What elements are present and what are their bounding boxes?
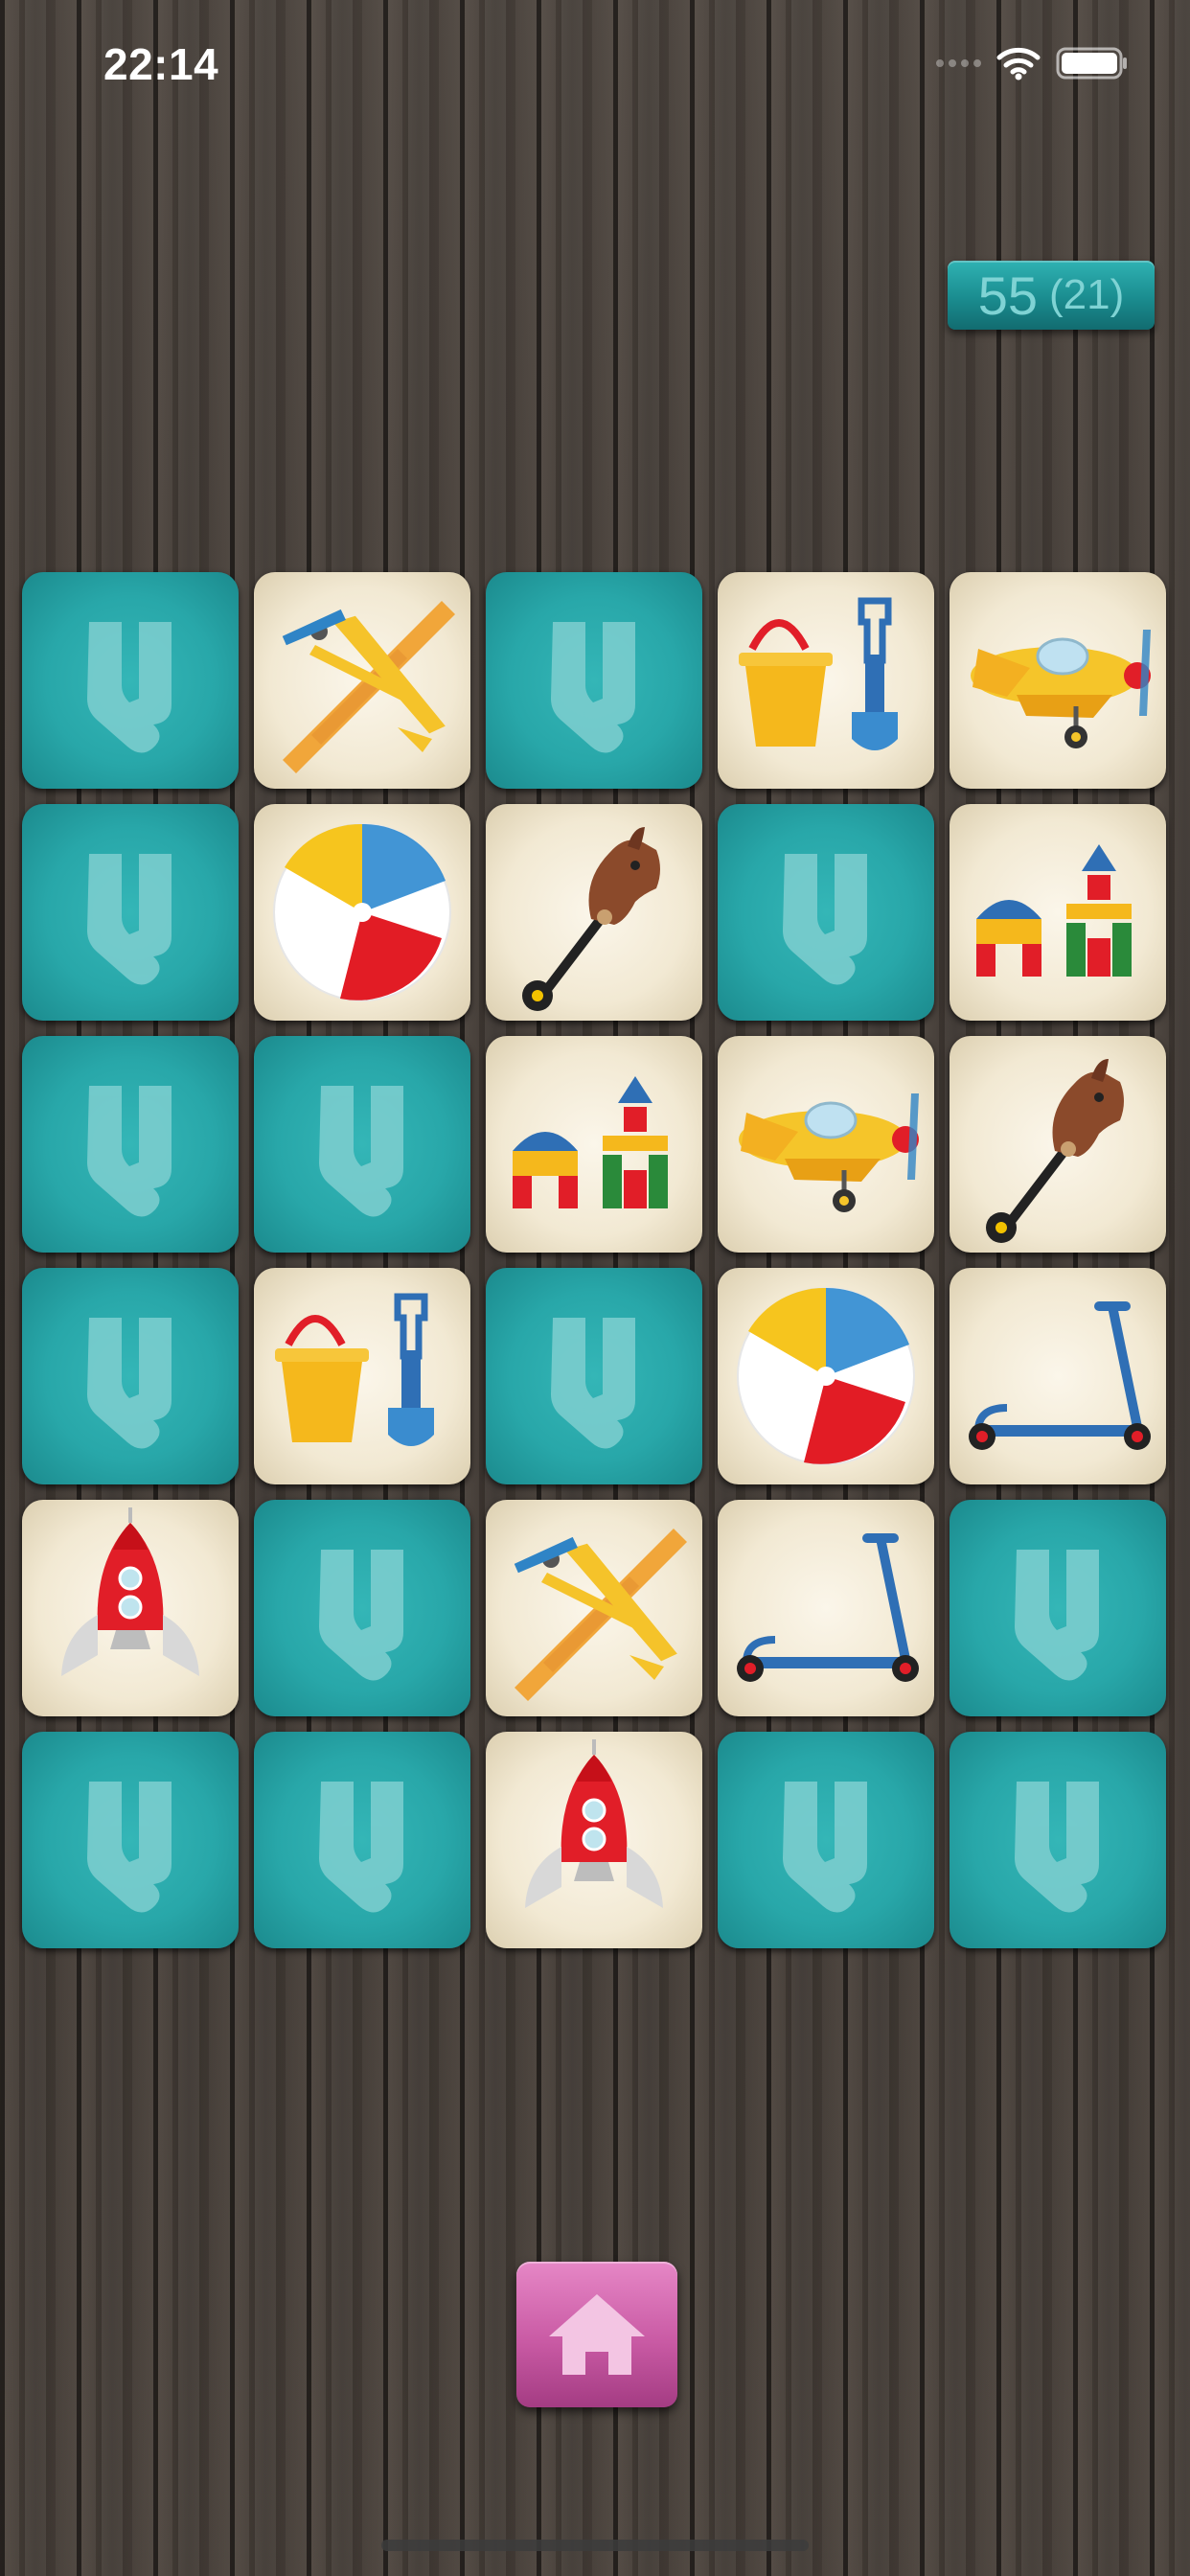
card-beach-ball[interactable] <box>254 804 470 1021</box>
home-indicator <box>381 2540 809 2551</box>
hobby-horse-icon <box>986 1059 1124 1243</box>
card-face-down[interactable] <box>254 1732 470 1948</box>
card-scooter[interactable] <box>718 1500 934 1716</box>
home-icon <box>549 2294 645 2375</box>
socks-icon <box>87 1318 172 1449</box>
card-face-down[interactable] <box>254 1036 470 1253</box>
socks-icon <box>783 854 867 985</box>
bucket-spade-icon <box>275 1293 434 1446</box>
plane-yellow-icon <box>971 630 1151 748</box>
card-blocks[interactable] <box>950 804 1166 1021</box>
card-face-down[interactable] <box>718 804 934 1021</box>
plane-yellow-icon <box>739 1093 919 1212</box>
socks-icon <box>87 1086 172 1217</box>
blocks-icon <box>513 1076 668 1208</box>
card-face-down[interactable] <box>254 1500 470 1716</box>
card-face-down[interactable] <box>22 804 239 1021</box>
rocket-icon <box>525 1739 663 1908</box>
bucket-spade-icon <box>739 597 898 750</box>
card-hobby-horse[interactable] <box>950 1036 1166 1253</box>
wifi-icon <box>996 47 1041 80</box>
card-plane-yellow[interactable] <box>950 572 1166 789</box>
card-rocket[interactable] <box>22 1500 239 1716</box>
socks-icon <box>87 622 172 753</box>
score-value: 55 <box>977 264 1039 326</box>
socks-icon <box>87 1782 172 1913</box>
blocks-icon <box>976 844 1132 977</box>
card-rocket[interactable] <box>486 1732 702 1948</box>
socks-icon <box>1015 1782 1099 1913</box>
status-clock: 22:14 <box>103 39 219 89</box>
status-bar: 22:14 <box>0 0 1190 125</box>
socks-icon <box>319 1086 403 1217</box>
card-airplane[interactable] <box>486 1500 702 1716</box>
beach-ball-icon <box>737 1287 915 1465</box>
card-beach-ball[interactable] <box>718 1268 934 1484</box>
card-face-down[interactable] <box>22 1268 239 1484</box>
beach-ball-icon <box>273 823 451 1001</box>
airplane-icon <box>282 601 455 773</box>
socks-icon <box>551 622 635 753</box>
card-face-down[interactable] <box>486 1268 702 1484</box>
cellular-signal-icon <box>936 59 981 67</box>
battery-icon <box>1056 47 1127 80</box>
card-scooter[interactable] <box>950 1268 1166 1484</box>
card-airplane[interactable] <box>254 572 470 789</box>
scooter-icon <box>737 1533 919 1682</box>
socks-icon <box>319 1550 403 1681</box>
rocket-icon <box>61 1507 199 1676</box>
socks-icon <box>783 1782 867 1913</box>
scooter-icon <box>969 1301 1151 1450</box>
card-face-down[interactable] <box>950 1500 1166 1716</box>
card-face-down[interactable] <box>486 572 702 789</box>
card-face-down[interactable] <box>22 1036 239 1253</box>
card-face-down[interactable] <box>950 1732 1166 1948</box>
card-face-down[interactable] <box>22 572 239 789</box>
hobby-horse-icon <box>522 827 660 1011</box>
card-face-down[interactable] <box>22 1732 239 1948</box>
home-button[interactable] <box>516 2262 677 2407</box>
card-blocks[interactable] <box>486 1036 702 1253</box>
socks-icon <box>319 1782 403 1913</box>
socks-icon <box>87 854 172 985</box>
socks-icon <box>1015 1550 1099 1681</box>
card-plane-yellow[interactable] <box>718 1036 934 1253</box>
card-bucket-spade[interactable] <box>254 1268 470 1484</box>
score-badge: 55 (21) <box>948 261 1155 330</box>
status-icons <box>936 44 1129 82</box>
card-hobby-horse[interactable] <box>486 804 702 1021</box>
airplane-icon <box>514 1529 687 1701</box>
card-bucket-spade[interactable] <box>718 572 934 789</box>
card-face-down[interactable] <box>718 1732 934 1948</box>
socks-icon <box>551 1318 635 1449</box>
attempts-count: (21) <box>1049 271 1125 318</box>
